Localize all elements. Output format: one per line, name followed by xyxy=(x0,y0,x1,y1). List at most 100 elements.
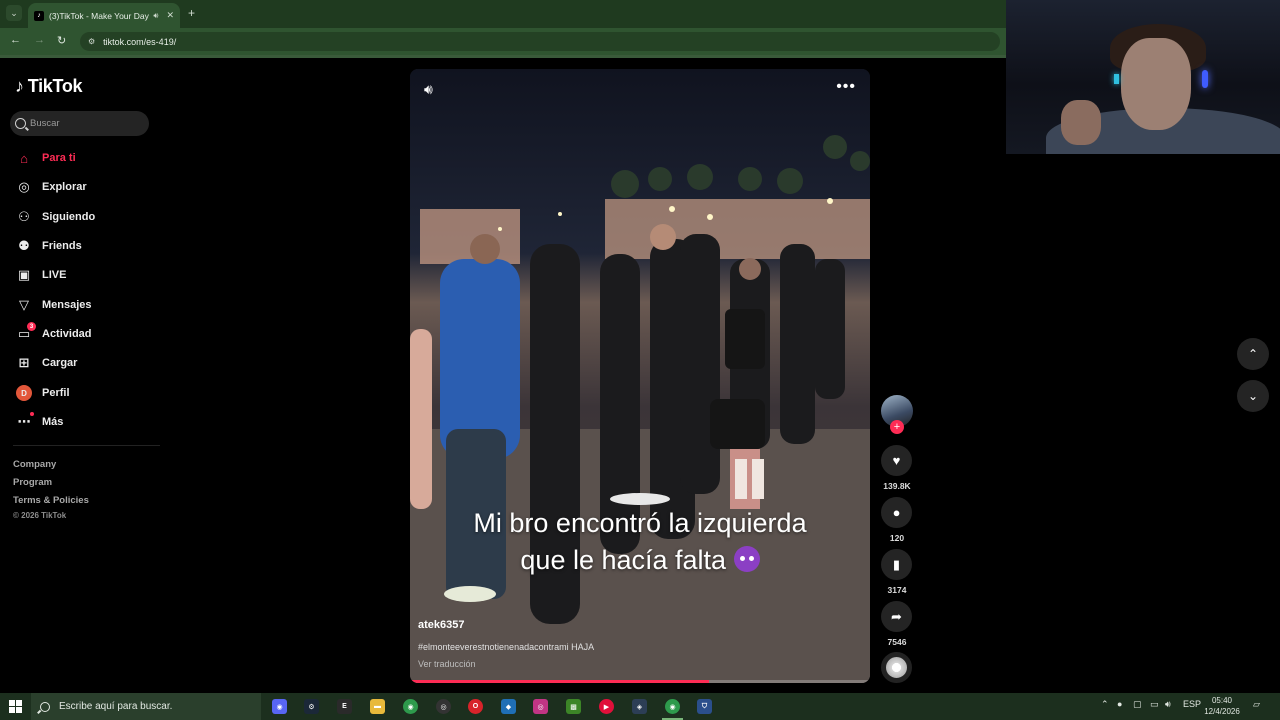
sidebar-item-friends[interactable]: ⚉ Friends xyxy=(15,235,82,257)
sidebar-item-siguiendo[interactable]: ⚇ Siguiendo xyxy=(15,206,95,228)
share-count: 7546 xyxy=(887,637,907,647)
sidebar-item-label: Mensajes xyxy=(42,299,92,311)
epic-games-icon[interactable]: E xyxy=(337,699,352,714)
footer-link-program[interactable]: Program xyxy=(13,477,52,488)
tiktok-logo[interactable]: ♪ TikTok xyxy=(15,76,83,97)
avatar-icon: D xyxy=(15,384,33,402)
taskbar-search-placeholder: Escribe aquí para buscar. xyxy=(59,701,173,712)
reload-icon[interactable]: ↻ xyxy=(57,34,66,47)
taskbar-search-input[interactable]: Escribe aquí para buscar. xyxy=(31,693,261,720)
heart-icon: ♥ xyxy=(892,453,901,468)
save-button[interactable]: ▮ xyxy=(881,549,912,580)
previous-video-button[interactable]: ⌃ xyxy=(1237,338,1269,370)
video-hashtags[interactable]: #elmonteeverestnotienenadacontrami HAJA xyxy=(418,642,594,652)
sidebar-item-perfil[interactable]: D Perfil xyxy=(15,382,70,404)
sidebar-item-live[interactable]: ▣ LIVE xyxy=(15,264,67,286)
windows-start-icon[interactable] xyxy=(9,700,22,713)
tab-title: (3)TikTok - Make Your Day xyxy=(49,10,149,21)
chevron-down-icon: ⌄ xyxy=(1247,389,1259,403)
webcam-overlay xyxy=(1006,0,1280,154)
search-placeholder: Buscar xyxy=(30,118,60,129)
home-icon: ⌂ xyxy=(20,150,28,166)
video-progress-bar[interactable] xyxy=(410,680,870,683)
footer-link-company[interactable]: Company xyxy=(13,459,56,470)
davinci-icon[interactable]: ◈ xyxy=(632,699,647,714)
notification-badge: 3 xyxy=(27,322,36,331)
site-info-icon[interactable]: ⚙︎ xyxy=(88,37,95,46)
back-arrow-icon[interactable]: ← xyxy=(10,34,21,46)
logo-text: TikTok xyxy=(27,76,83,96)
share-button[interactable]: ➦ xyxy=(881,601,912,632)
vpn-shield-icon[interactable]: ⛉ xyxy=(697,699,712,714)
next-video-button[interactable]: ⌄ xyxy=(1237,380,1269,412)
obs-icon[interactable]: ◎ xyxy=(436,699,451,714)
notifications-icon[interactable]: ▱ xyxy=(1253,699,1260,710)
instagram-icon[interactable]: ◎ xyxy=(533,699,548,714)
browser-tabstrip: ⌄ ♪ (3)TikTok - Make Your Day 🔊︎ ✕ + xyxy=(0,0,1006,28)
comment-button[interactable]: ● xyxy=(881,497,912,528)
steam-icon[interactable]: ⚙︎ xyxy=(304,699,319,714)
save-count: 3174 xyxy=(887,585,907,595)
sidebar-item-label: Más xyxy=(42,416,64,428)
tab-close-icon[interactable]: ✕ xyxy=(166,10,174,21)
microphone-icon[interactable]: ● xyxy=(1117,699,1122,709)
new-tab-button[interactable]: + xyxy=(188,6,195,20)
like-count: 139.8K xyxy=(883,481,911,491)
network-icon[interactable]: ▭ xyxy=(1150,699,1159,710)
sound-disc-icon[interactable] xyxy=(881,652,912,683)
opera-icon[interactable]: O xyxy=(468,699,483,714)
more-icon: ⋯ xyxy=(15,412,34,431)
comment-count: 120 xyxy=(889,533,905,543)
taskbar-clock[interactable]: 05:40 12/4/2026 xyxy=(1197,695,1247,717)
sidebar-item-label: Friends xyxy=(42,240,82,252)
sidebar-item-label: Siguiendo xyxy=(42,211,96,223)
chrome-icon[interactable]: ◉ xyxy=(403,699,418,714)
sidebar-divider xyxy=(13,445,160,446)
sidebar-item-explorar[interactable]: ◎ Explorar xyxy=(15,176,86,198)
upload-icon: ⊞ xyxy=(18,355,30,370)
like-button[interactable]: ♥ xyxy=(881,445,912,476)
speaker-icon[interactable]: 🔊︎ xyxy=(153,11,158,21)
forward-arrow-icon[interactable]: → xyxy=(34,34,45,46)
media-player-icon[interactable]: ▶ xyxy=(599,699,614,714)
minecraft-icon[interactable]: ▩ xyxy=(566,699,581,714)
compass-icon: ◎ xyxy=(18,179,30,194)
discord-icon[interactable]: ◉ xyxy=(272,699,287,714)
caption-line-2: que le hacía falta xyxy=(410,542,870,579)
video-frame xyxy=(410,69,870,683)
person-check-icon: ⚇ xyxy=(18,209,30,224)
sidebar-item-para-ti[interactable]: ⌂ Para ti xyxy=(15,147,76,169)
more-options-icon[interactable]: ••• xyxy=(836,78,856,96)
translate-link[interactable]: Ver traducción xyxy=(418,659,476,669)
browser-tab-tiktok[interactable]: ♪ (3)TikTok - Make Your Day 🔊︎ ✕ xyxy=(28,3,180,28)
sidebar-item-mensajes[interactable]: ▽ Mensajes xyxy=(15,294,92,316)
display-icon[interactable]: ▢ xyxy=(1133,699,1142,710)
chrome-divider xyxy=(0,55,1006,58)
tab-search-button[interactable]: ⌄ xyxy=(6,5,22,21)
webcam-person-face xyxy=(1121,38,1191,130)
sidebar-item-label: Para ti xyxy=(42,152,76,164)
file-explorer-icon[interactable]: ▬ xyxy=(370,699,385,714)
webcam-headset-light xyxy=(1202,70,1208,88)
address-bar[interactable]: ⚙︎ tiktok.com/es-419/ xyxy=(80,32,1000,51)
chrome-active-icon[interactable]: ◉ xyxy=(662,699,683,720)
footer-link-terms[interactable]: Terms & Policies xyxy=(13,495,89,506)
search-icon xyxy=(15,118,26,129)
bookmark-icon: ▮ xyxy=(892,556,901,572)
follow-plus-icon[interactable]: + xyxy=(890,420,904,434)
sidebar-item-label: Actividad xyxy=(42,328,92,340)
video-author[interactable]: atek6357 xyxy=(418,619,465,631)
sidebar-item-mas[interactable]: ⋯ Más xyxy=(15,411,63,433)
search-input[interactable]: Buscar xyxy=(10,111,149,136)
volume-icon[interactable]: 🔊︎ xyxy=(1165,699,1171,710)
webcam-headset-light-left xyxy=(1114,74,1119,84)
clock-time: 05:40 xyxy=(1211,696,1233,705)
sidebar-item-actividad[interactable]: ▭ 3 Actividad xyxy=(15,322,92,345)
tray-chevron-up-icon[interactable]: ⌃ xyxy=(1101,699,1109,710)
volume-icon[interactable]: 🔊︎ xyxy=(424,81,433,98)
video-player[interactable]: 🔊︎ ••• Mi bro encontró la izquierda que … xyxy=(410,69,870,683)
live-tv-icon: ▣ xyxy=(17,267,31,282)
devil-emoji-icon xyxy=(733,546,760,572)
app-icon[interactable]: ◆ xyxy=(501,699,516,714)
sidebar-item-cargar[interactable]: ⊞ Cargar xyxy=(15,352,78,374)
